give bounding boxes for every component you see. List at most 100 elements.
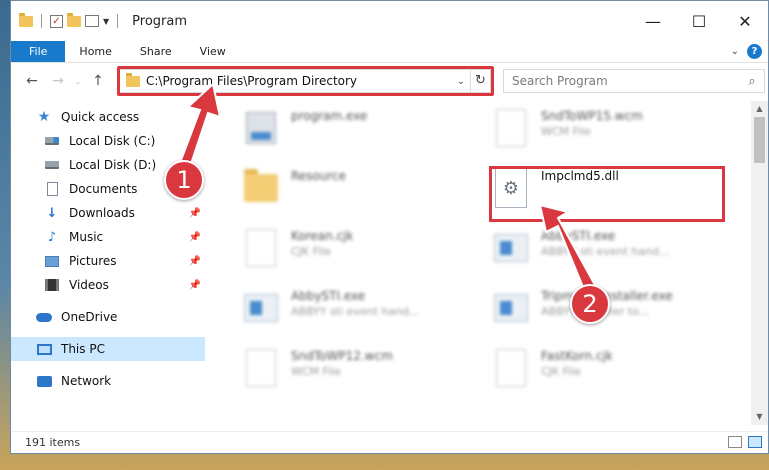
sidebar-item-label: Videos [69, 278, 109, 292]
disk-icon [43, 158, 61, 172]
file-name: Resource [291, 169, 347, 183]
maximize-button[interactable]: ☐ [676, 1, 722, 41]
folder-icon[interactable] [19, 12, 33, 27]
sidebar-item-downloads[interactable]: ↓ Downloads 📌 [11, 201, 205, 225]
file-type: ABBYY sti event hand... [541, 245, 670, 258]
sidebar-item-videos[interactable]: Videos 📌 [11, 273, 205, 297]
list-item[interactable]: SndToWP15.wcm WCM File [491, 105, 741, 163]
exe-icon [491, 285, 531, 331]
program-icon [241, 105, 281, 151]
list-item[interactable]: Tripmode Installer.exe ABBYY Installer t… [491, 285, 741, 343]
star-icon: ★ [37, 109, 51, 125]
forward-button[interactable]: → [45, 73, 71, 89]
tab-file[interactable]: File [11, 41, 66, 62]
file-icon [241, 225, 281, 271]
window-title: Program [132, 13, 188, 29]
sidebar-item-onedrive[interactable]: OneDrive [11, 305, 205, 329]
search-icon[interactable]: ⌕ [740, 74, 764, 89]
sidebar-item-music[interactable]: ♪ Music 📌 [11, 225, 205, 249]
this-pc-icon [35, 342, 53, 356]
recent-dropdown-icon[interactable]: ⌄ [71, 77, 85, 86]
sidebar-item-label: Pictures [69, 254, 117, 268]
list-item[interactable]: SndToWP12.wcm WCM File [241, 345, 491, 403]
windows-disk-icon [43, 134, 61, 148]
sidebar-item-local-disk-c[interactable]: Local Disk (C:) [11, 129, 205, 153]
title-bar: ✓ ▼ Program — ☐ ✕ [11, 1, 768, 41]
navigation-bar: ← → ⌄ ↑ C:\Program Files\Program Directo… [11, 63, 768, 99]
details-view-icon[interactable] [728, 436, 742, 448]
downloads-icon: ↓ [46, 205, 58, 221]
tab-view[interactable]: View [186, 41, 240, 62]
tab-home[interactable]: Home [65, 41, 125, 62]
file-type: ABBYY sti event hand... [291, 305, 420, 318]
list-item[interactable]: Resource [241, 165, 491, 223]
documents-icon [43, 182, 61, 196]
toolbar-divider [117, 14, 119, 28]
file-name: Korean.cjk [291, 229, 354, 243]
view-toggle [728, 436, 762, 448]
file-icon [491, 345, 531, 391]
quick-access-toolbar: ✓ ▼ Program [11, 12, 188, 29]
pin-icon[interactable]: 📌 [189, 232, 201, 243]
pin-icon[interactable]: 📌 [189, 256, 201, 267]
file-icon [241, 345, 281, 391]
sidebar-item-quick-access[interactable]: ★ Quick access [11, 105, 205, 129]
exe-icon [491, 225, 531, 271]
sidebar-item-label: Documents [69, 182, 138, 196]
file-name: FastKorn.cjk [541, 349, 613, 363]
large-icons-view-icon[interactable] [748, 436, 762, 448]
list-item[interactable]: program.exe [241, 105, 491, 163]
list-item[interactable]: AbbySTI.exe ABBYY sti event hand... [241, 285, 491, 343]
back-button[interactable]: ← [19, 73, 45, 89]
file-type: CJK File [541, 365, 582, 378]
file-name: AbbySTI.exe [541, 229, 616, 243]
scroll-thumb[interactable] [754, 117, 765, 163]
tab-share[interactable]: Share [126, 41, 186, 62]
properties-icon[interactable] [85, 15, 99, 27]
status-bar: 191 items [11, 431, 768, 453]
up-button[interactable]: ↑ [85, 73, 111, 89]
toolbar-divider [41, 14, 42, 28]
help-icon[interactable]: ? [747, 44, 762, 59]
search-box[interactable]: Search Program ⌕ [503, 69, 765, 93]
explorer-window: ✓ ▼ Program — ☐ ✕ File Home Share View ⌄… [10, 0, 769, 454]
customize-dropdown-icon[interactable]: ▼ [103, 17, 109, 26]
videos-icon [43, 278, 61, 292]
music-icon: ♪ [47, 229, 57, 245]
file-list: program.exe SndToWP15.wcm WCM File Resou… [221, 101, 751, 425]
close-button[interactable]: ✕ [722, 1, 768, 41]
list-item[interactable]: Korean.cjk CJK File [241, 225, 491, 283]
sidebar-item-label: OneDrive [61, 310, 118, 324]
ribbon-right: ⌄ ? [731, 44, 762, 59]
file-name: AbbySTI.exe [291, 289, 366, 303]
search-input[interactable]: Search Program [512, 74, 740, 88]
expand-ribbon-icon[interactable]: ⌄ [731, 46, 739, 57]
step-1-badge: 1 [164, 160, 204, 200]
vertical-scrollbar[interactable]: ▲ ▼ [751, 101, 768, 425]
list-item[interactable]: AbbySTI.exe ABBYY sti event hand... [491, 225, 741, 283]
ribbon-tabs: File Home Share View ⌄ ? [11, 41, 768, 63]
scroll-up-icon[interactable]: ▲ [751, 101, 768, 117]
list-item[interactable]: FastKorn.cjk CJK File [491, 345, 741, 403]
exe-icon [241, 285, 281, 331]
minimize-button[interactable]: — [630, 1, 676, 41]
item-count: 191 items [25, 436, 81, 449]
onedrive-icon [35, 310, 53, 324]
file-icon [491, 105, 531, 151]
window-controls: — ☐ ✕ [630, 1, 768, 41]
sidebar-item-label: Local Disk (D:) [69, 158, 157, 172]
sidebar-item-label: Music [69, 230, 104, 244]
sidebar-item-label: Network [61, 374, 112, 388]
sidebar-item-pictures[interactable]: Pictures 📌 [11, 249, 205, 273]
sidebar-item-network[interactable]: Network [11, 369, 205, 393]
scroll-down-icon[interactable]: ▼ [751, 409, 768, 425]
properties-check-icon[interactable]: ✓ [50, 14, 63, 28]
pin-icon[interactable]: 📌 [189, 280, 201, 291]
navigation-pane: ★ Quick access Local Disk (C:) Local Dis… [11, 101, 205, 425]
new-folder-icon[interactable] [67, 12, 81, 27]
file-name: program.exe [291, 109, 368, 123]
pin-icon[interactable]: 📌 [189, 208, 201, 219]
file-type: WCM File [541, 125, 591, 138]
file-type: WCM File [291, 365, 341, 378]
sidebar-item-this-pc[interactable]: This PC [11, 337, 205, 361]
